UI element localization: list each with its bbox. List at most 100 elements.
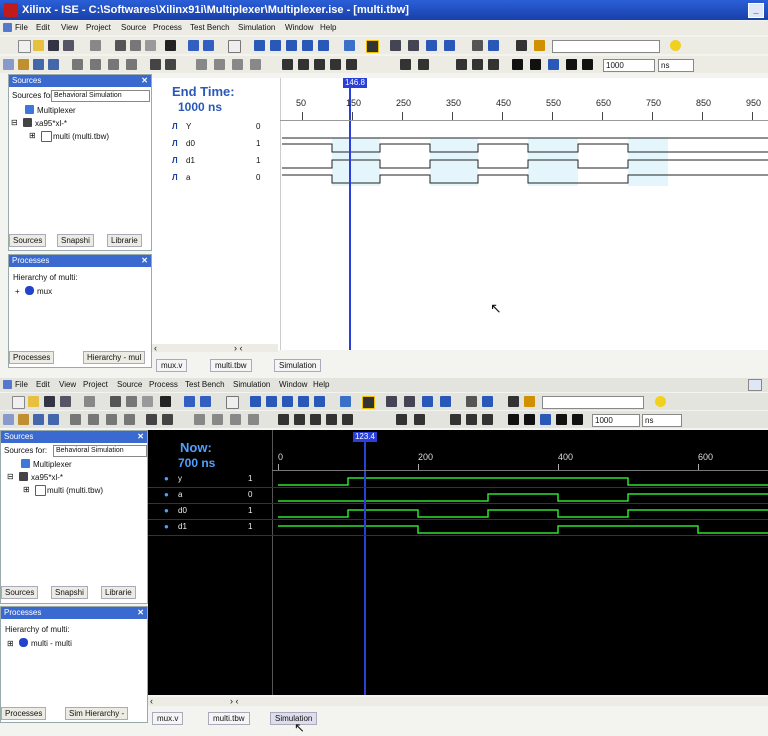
tb2-icon-12[interactable] xyxy=(212,414,223,425)
window-v-icon[interactable] xyxy=(440,396,451,407)
cursor-value-label[interactable]: 146.8 xyxy=(343,78,367,88)
scroll-left-icon[interactable]: ‹ xyxy=(150,696,153,706)
find-icon[interactable] xyxy=(508,396,519,407)
close-icon[interactable]: ✕ xyxy=(137,431,144,443)
file-tab-multi-tbw[interactable]: multi.tbw xyxy=(208,712,250,725)
window-tile-icon[interactable] xyxy=(408,40,419,51)
signal-name[interactable]: d1 xyxy=(178,522,187,531)
run-time-unit-select[interactable]: ns xyxy=(658,59,694,72)
signal-name[interactable]: y xyxy=(178,474,182,483)
print-icon[interactable] xyxy=(84,396,95,407)
tool-icon[interactable] xyxy=(466,396,477,407)
signal-name[interactable]: d1 xyxy=(186,156,195,165)
tb2-icon-14[interactable] xyxy=(250,59,261,70)
menu-test-bench[interactable]: Test Bench xyxy=(185,380,225,389)
tb2-icon-23[interactable] xyxy=(472,59,483,70)
tb2-icon-14[interactable] xyxy=(248,414,259,425)
sim-restart-icon[interactable] xyxy=(540,414,551,425)
tb2-icon-1[interactable] xyxy=(3,414,14,425)
tab-processes[interactable]: Processes xyxy=(1,707,47,720)
cut-icon[interactable] xyxy=(115,40,126,51)
tb2-icon-2[interactable] xyxy=(18,414,29,425)
tb2-icon-15[interactable] xyxy=(278,414,289,425)
tb2-icon-24[interactable] xyxy=(482,414,493,425)
process-item-mux[interactable]: mux xyxy=(37,287,52,296)
tb2-icon-16[interactable] xyxy=(298,59,309,70)
time-cursor[interactable] xyxy=(349,88,351,350)
lightbulb-icon[interactable] xyxy=(655,396,666,407)
menu-edit[interactable]: Edit xyxy=(36,380,50,389)
zoom-fit-icon[interactable] xyxy=(286,40,297,51)
window-h-icon[interactable] xyxy=(426,40,437,51)
file-tab-mux-v[interactable]: mux.v xyxy=(152,712,184,725)
tb2-icon-10[interactable] xyxy=(162,414,173,425)
menu-project[interactable]: Project xyxy=(86,23,111,32)
menu-edit[interactable]: Edit xyxy=(36,23,50,32)
window-cascade-icon[interactable] xyxy=(390,40,401,51)
save-icon[interactable] xyxy=(44,396,55,407)
menu-source[interactable]: Source xyxy=(121,23,146,32)
signal-name[interactable]: a xyxy=(178,490,182,499)
tb2-icon-21[interactable] xyxy=(418,59,429,70)
tb2-icon-19[interactable] xyxy=(342,414,353,425)
tab-sources[interactable]: Sources xyxy=(9,234,47,247)
scroll-arrows-icon[interactable]: › ‹ xyxy=(234,343,243,353)
run-time-input[interactable]: 1000 xyxy=(603,59,655,72)
sim-pause-icon[interactable] xyxy=(530,59,541,70)
lightbulb-icon[interactable] xyxy=(670,40,681,51)
tab-snapshots[interactable]: Snapshi xyxy=(51,586,88,599)
tb2-icon-23[interactable] xyxy=(466,414,477,425)
tb2-icon-9[interactable] xyxy=(150,59,161,70)
file-tab-simulation[interactable]: Simulation xyxy=(274,359,322,372)
zoom-out-icon[interactable] xyxy=(270,40,281,51)
tb2-icon-9[interactable] xyxy=(146,414,157,425)
tb2-icon-4[interactable] xyxy=(48,414,59,425)
window-v-icon[interactable] xyxy=(444,40,455,51)
tb2-icon-8[interactable] xyxy=(126,59,137,70)
tb2-icon-6[interactable] xyxy=(88,414,99,425)
tab-snapshots[interactable]: Snapshi xyxy=(57,234,94,247)
tb2-icon-13[interactable] xyxy=(230,414,241,425)
tb2-icon-21[interactable] xyxy=(414,414,425,425)
menu-source[interactable]: Source xyxy=(117,380,142,389)
expand-icon[interactable]: ⊟ xyxy=(11,118,18,127)
select-tool-icon[interactable] xyxy=(362,396,375,409)
tree-item-multiplexer[interactable]: Multiplexer xyxy=(33,460,72,469)
redo-icon[interactable] xyxy=(203,40,214,51)
tb2-icon-17[interactable] xyxy=(310,414,321,425)
window-cascade-icon[interactable] xyxy=(386,396,397,407)
tree-item-multi-tbw[interactable]: multi (multi.tbw) xyxy=(53,132,109,141)
cursor-value-label[interactable]: 123.4 xyxy=(353,432,377,442)
tb2-icon-19[interactable] xyxy=(346,59,357,70)
zoom-full-icon[interactable] xyxy=(314,396,325,407)
tb2-icon-11[interactable] xyxy=(196,59,207,70)
process-item-multi[interactable]: multi - multi xyxy=(31,639,72,648)
expand-icon[interactable]: ⊟ xyxy=(7,472,14,481)
file-tab-multi-tbw[interactable]: multi.tbw xyxy=(210,359,252,372)
open-icon[interactable] xyxy=(28,396,39,407)
menu-window[interactable]: Window xyxy=(285,23,313,32)
tb2-icon-13[interactable] xyxy=(232,59,243,70)
expand-icon[interactable]: ⊞ xyxy=(29,131,36,140)
cut-icon[interactable] xyxy=(110,396,121,407)
tree-item-multiplexer[interactable]: Multiplexer xyxy=(37,106,76,115)
tb2-icon-18[interactable] xyxy=(326,414,337,425)
window-tile-icon[interactable] xyxy=(404,396,415,407)
run-time-input[interactable]: 1000 xyxy=(592,414,640,427)
sim-run-icon[interactable] xyxy=(556,414,567,425)
signal-name[interactable]: Y xyxy=(186,122,191,131)
zoom-in-icon[interactable] xyxy=(250,396,261,407)
zoom-fit-icon[interactable] xyxy=(282,396,293,407)
zoom-full-icon[interactable] xyxy=(318,40,329,51)
find-next-icon[interactable] xyxy=(534,40,545,51)
sim-run-icon[interactable] xyxy=(566,59,577,70)
help-query-icon[interactable] xyxy=(488,40,499,51)
menu-test-bench[interactable]: Test Bench xyxy=(190,23,230,32)
tb2-icon-12[interactable] xyxy=(214,59,225,70)
tb2-icon-22[interactable] xyxy=(456,59,467,70)
menu-window[interactable]: Window xyxy=(279,380,307,389)
close-icon[interactable]: ✕ xyxy=(137,607,144,619)
menu-process[interactable]: Process xyxy=(149,380,178,389)
scroll-arrows-icon[interactable]: › ‹ xyxy=(230,696,239,706)
redo-icon[interactable] xyxy=(200,396,211,407)
